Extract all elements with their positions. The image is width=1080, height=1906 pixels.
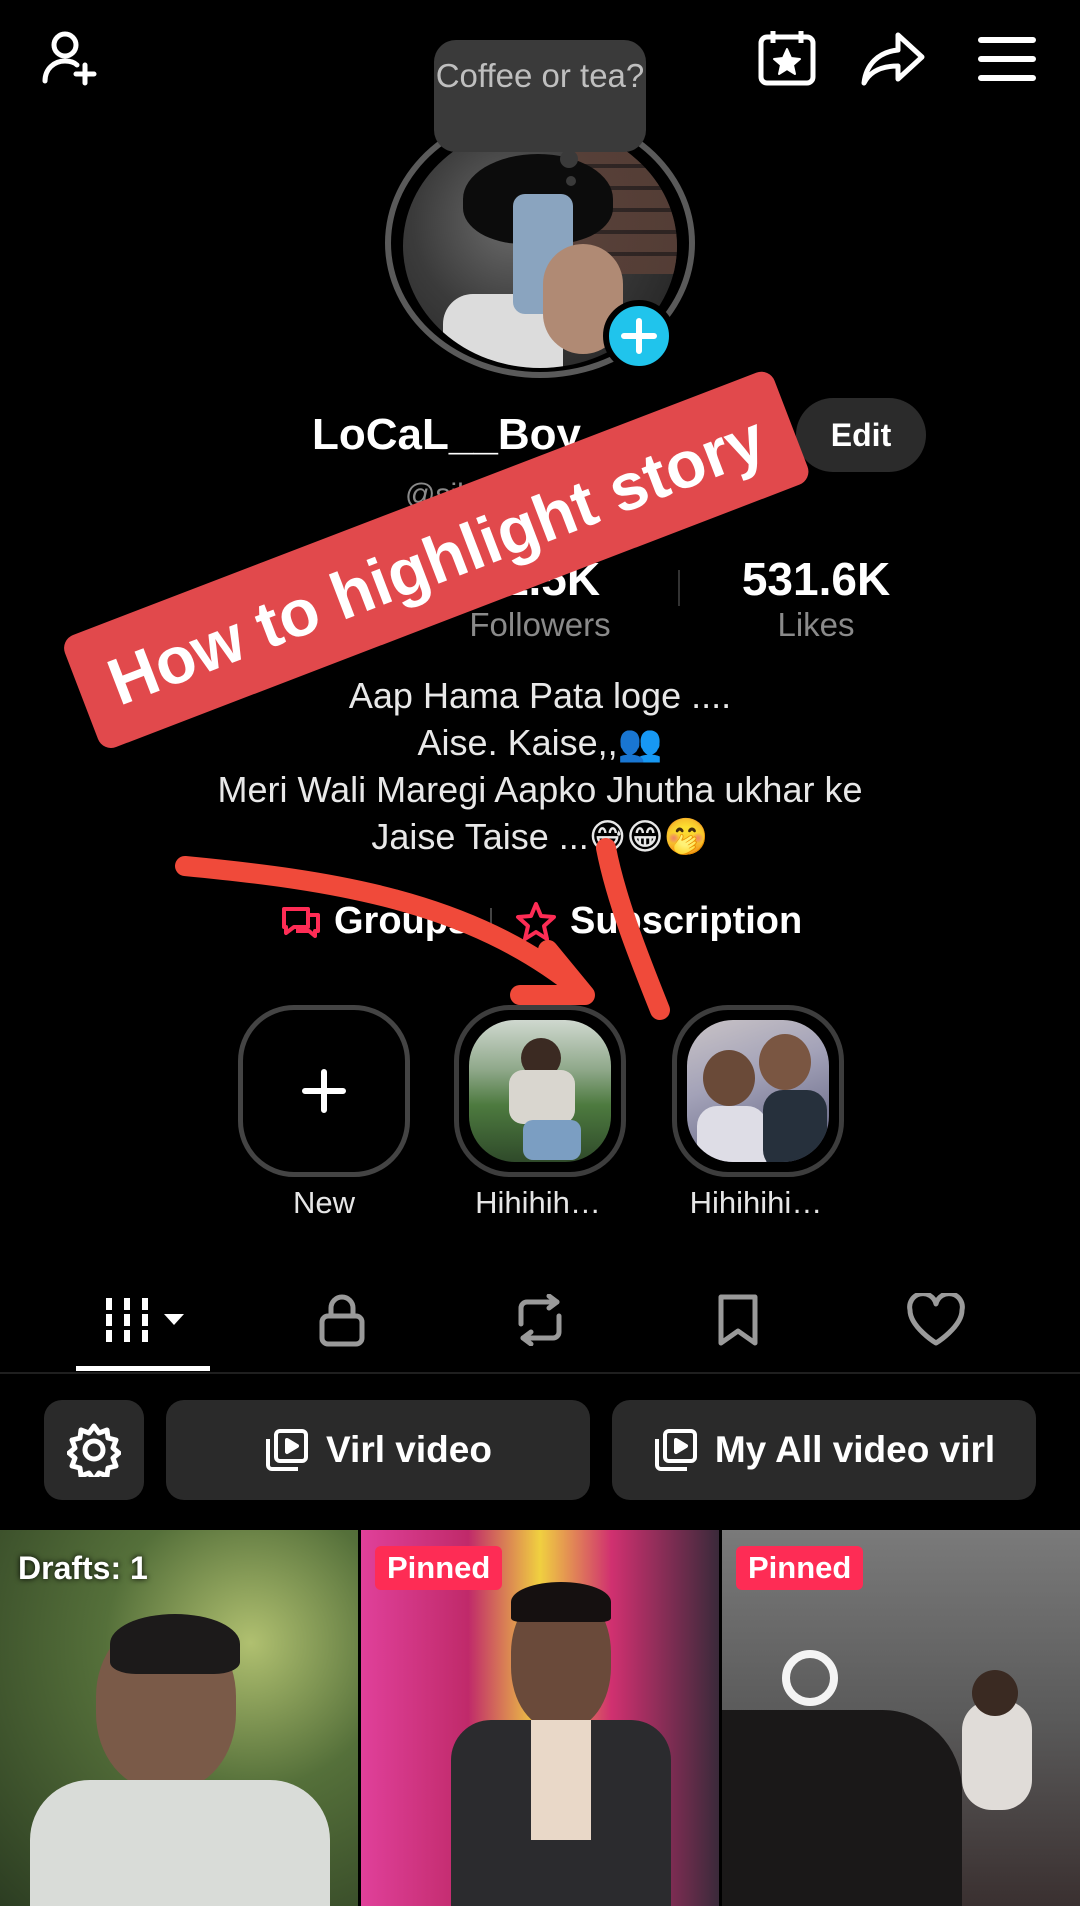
tutorial-arrow	[175, 838, 670, 1020]
